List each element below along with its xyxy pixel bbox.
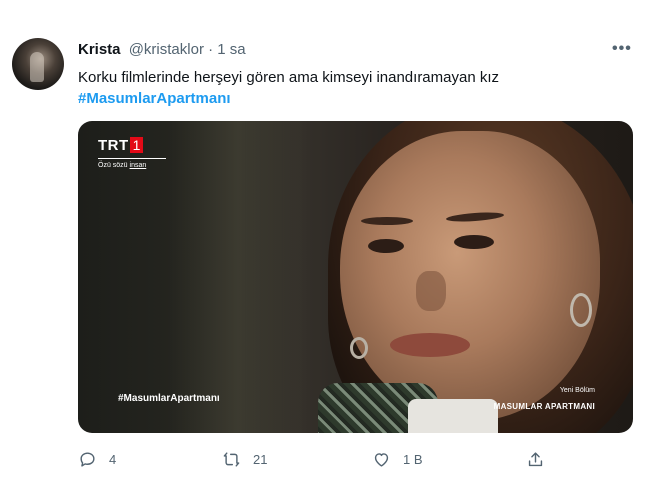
share-button[interactable] xyxy=(526,450,557,469)
overlay-hashtag: #MasumlarApartmanı xyxy=(118,393,220,404)
retweet-count: 21 xyxy=(253,452,268,467)
eyebrow xyxy=(361,217,413,225)
tweet-time[interactable]: 1 sa xyxy=(217,41,245,58)
more-options-icon[interactable]: ••• xyxy=(612,40,632,58)
face xyxy=(340,131,600,421)
nose xyxy=(416,271,446,311)
logo-slogan-word: insan xyxy=(129,162,147,169)
logo-slogan: Özü sözü insan xyxy=(98,162,166,169)
tweet: Krista @kristaklor · 1 sa ••• Korku film… xyxy=(0,0,653,486)
heart-icon xyxy=(374,453,389,467)
trt1-logo: TRT 1 Özü sözü insan xyxy=(98,137,166,169)
logo-number: 1 xyxy=(129,137,144,153)
like-button[interactable]: 1 B xyxy=(372,450,423,469)
action-bar: 4 21 1 B xyxy=(0,442,653,478)
reply-count: 4 xyxy=(109,452,117,467)
background xyxy=(168,121,308,433)
overlay-new-episode: Yeni Bölüm xyxy=(559,387,595,394)
retweet-icon xyxy=(223,452,240,467)
eye xyxy=(454,235,494,249)
earring xyxy=(570,293,592,327)
hashtag-link[interactable]: #MasumlarApartmanı xyxy=(78,90,231,107)
tweet-media[interactable]: TRT 1 Özü sözü insan #MasumlarApartmanı Y… xyxy=(78,121,633,433)
share-icon xyxy=(528,452,543,467)
lips xyxy=(390,333,470,357)
shirt xyxy=(408,399,498,433)
overlay-series-title: MASUMLAR APARTMANI xyxy=(493,402,595,411)
tweet-text: Korku filmlerinde herşeyi gören ama kims… xyxy=(78,69,500,86)
like-count: 1 B xyxy=(403,452,423,467)
retweet-button[interactable]: 21 xyxy=(222,450,267,469)
logo-text: TRT xyxy=(98,137,129,154)
eye xyxy=(368,239,404,253)
logo-rule xyxy=(98,158,166,159)
header-separator: · xyxy=(208,41,214,58)
logo-slogan-prefix: Özü sözü xyxy=(98,162,128,169)
author-name[interactable]: Krista xyxy=(78,41,121,58)
author-handle[interactable]: @kristaklor xyxy=(129,41,204,58)
avatar[interactable] xyxy=(12,38,64,90)
tweet-header: Krista @kristaklor · 1 sa xyxy=(78,41,246,58)
earring xyxy=(350,337,368,359)
reply-button[interactable]: 4 xyxy=(78,450,116,469)
avatar-figure xyxy=(30,52,44,82)
reply-icon xyxy=(80,452,95,467)
